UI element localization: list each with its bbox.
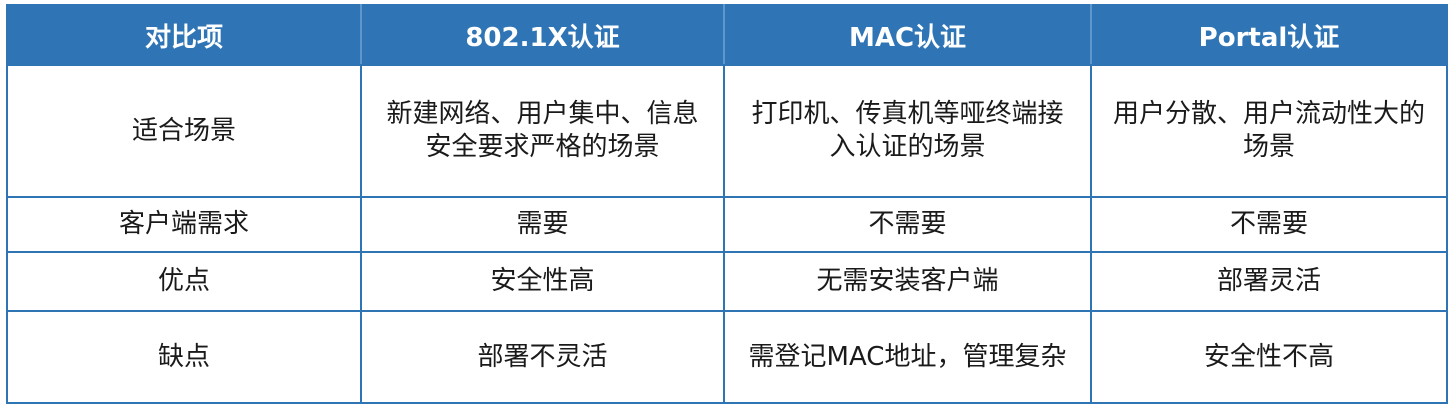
table-row: 优点 安全性高 无需安装客户端 部署灵活 xyxy=(6,251,1448,313)
header-row: 对比项 802.1X认证 MAC认证 Portal认证 xyxy=(6,4,1448,66)
table-header: 对比项 802.1X认证 MAC认证 Portal认证 xyxy=(6,4,1448,66)
table-cell: 新建网络、用户集中、信息安全要求严格的场景 xyxy=(360,63,725,199)
table-cell: 用户分散、用户流动性大的场景 xyxy=(1090,63,1448,199)
table-cell: 不需要 xyxy=(1090,196,1448,254)
header-mac-auth: MAC认证 xyxy=(723,4,1092,66)
table-cell: 安全性高 xyxy=(360,251,725,313)
table-row: 客户端需求 需要 不需要 不需要 xyxy=(6,196,1448,254)
table-cell: 无需安装客户端 xyxy=(723,251,1092,313)
row-label-advantages: 优点 xyxy=(6,251,362,313)
table-cell: 部署灵活 xyxy=(1090,251,1448,313)
header-comparison-item: 对比项 xyxy=(6,4,362,66)
row-label-client-requirement: 客户端需求 xyxy=(6,196,362,254)
table-cell: 需登记MAC地址，管理复杂 xyxy=(723,310,1092,404)
row-label-scenario: 适合场景 xyxy=(6,63,362,199)
header-portal-auth: Portal认证 xyxy=(1090,4,1448,66)
table-row: 缺点 部署不灵活 需登记MAC地址，管理复杂 安全性不高 xyxy=(6,310,1448,404)
table-cell: 安全性不高 xyxy=(1090,310,1448,404)
table-cell: 打印机、传真机等哑终端接入认证的场景 xyxy=(723,63,1092,199)
table-cell: 部署不灵活 xyxy=(360,310,725,404)
comparison-table: 对比项 802.1X认证 MAC认证 Portal认证 适合场景 新建网络、用户… xyxy=(6,4,1448,404)
page: 对比项 802.1X认证 MAC认证 Portal认证 适合场景 新建网络、用户… xyxy=(0,0,1452,409)
table-cell: 不需要 xyxy=(723,196,1092,254)
table-row: 适合场景 新建网络、用户集中、信息安全要求严格的场景 打印机、传真机等哑终端接入… xyxy=(6,63,1448,199)
header-8021x-auth: 802.1X认证 xyxy=(360,4,725,66)
table-cell: 需要 xyxy=(360,196,725,254)
row-label-disadvantages: 缺点 xyxy=(6,310,362,404)
table-body: 适合场景 新建网络、用户集中、信息安全要求严格的场景 打印机、传真机等哑终端接入… xyxy=(6,63,1448,404)
